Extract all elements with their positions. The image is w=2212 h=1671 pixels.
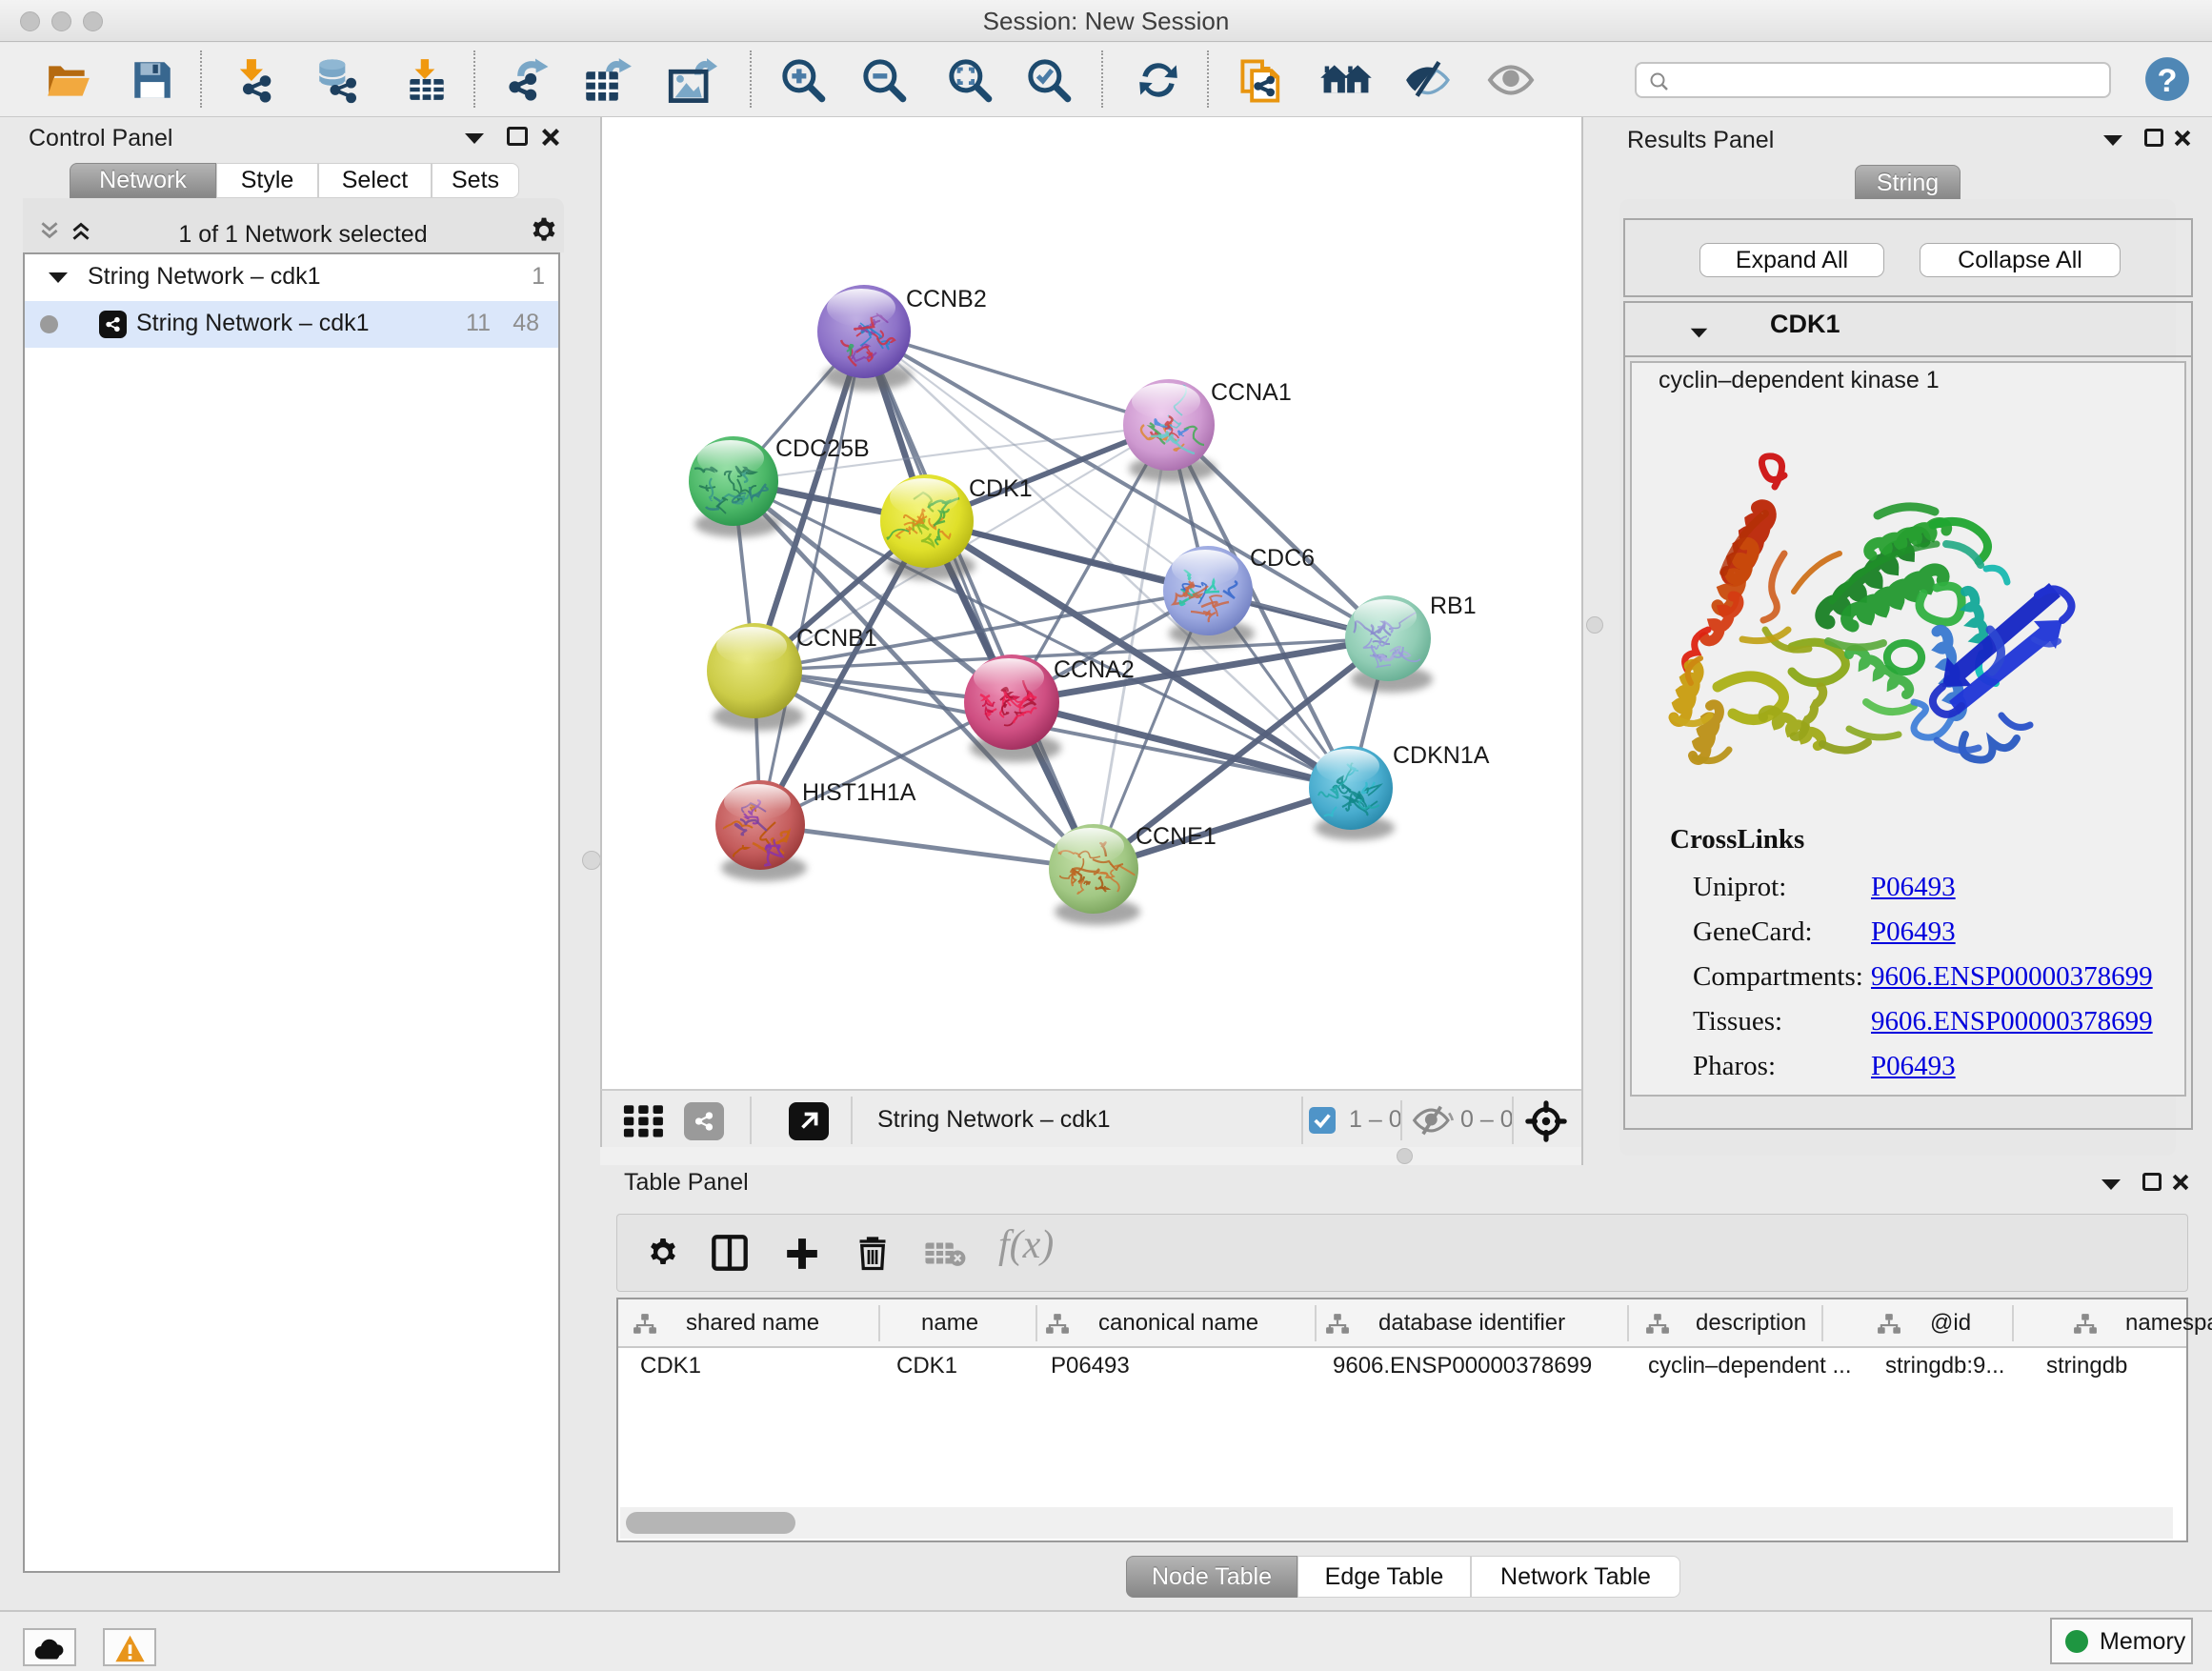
svg-text:?: ? — [2158, 63, 2178, 99]
svg-text:HIST1H1A: HIST1H1A — [802, 779, 916, 806]
svg-text:CDC25B: CDC25B — [775, 435, 870, 462]
svg-text:CDKN1A: CDKN1A — [1393, 742, 1490, 769]
svg-text:CCNB2: CCNB2 — [906, 286, 987, 312]
svg-text:CCNE1: CCNE1 — [1136, 823, 1217, 850]
svg-text:CDK1: CDK1 — [969, 475, 1033, 502]
svg-text:CCNB1: CCNB1 — [796, 625, 877, 652]
svg-text:CDC6: CDC6 — [1250, 545, 1315, 572]
svg-text:CCNA2: CCNA2 — [1054, 656, 1135, 683]
svg-text:RB1: RB1 — [1430, 593, 1477, 619]
svg-text:CCNA1: CCNA1 — [1211, 379, 1292, 406]
